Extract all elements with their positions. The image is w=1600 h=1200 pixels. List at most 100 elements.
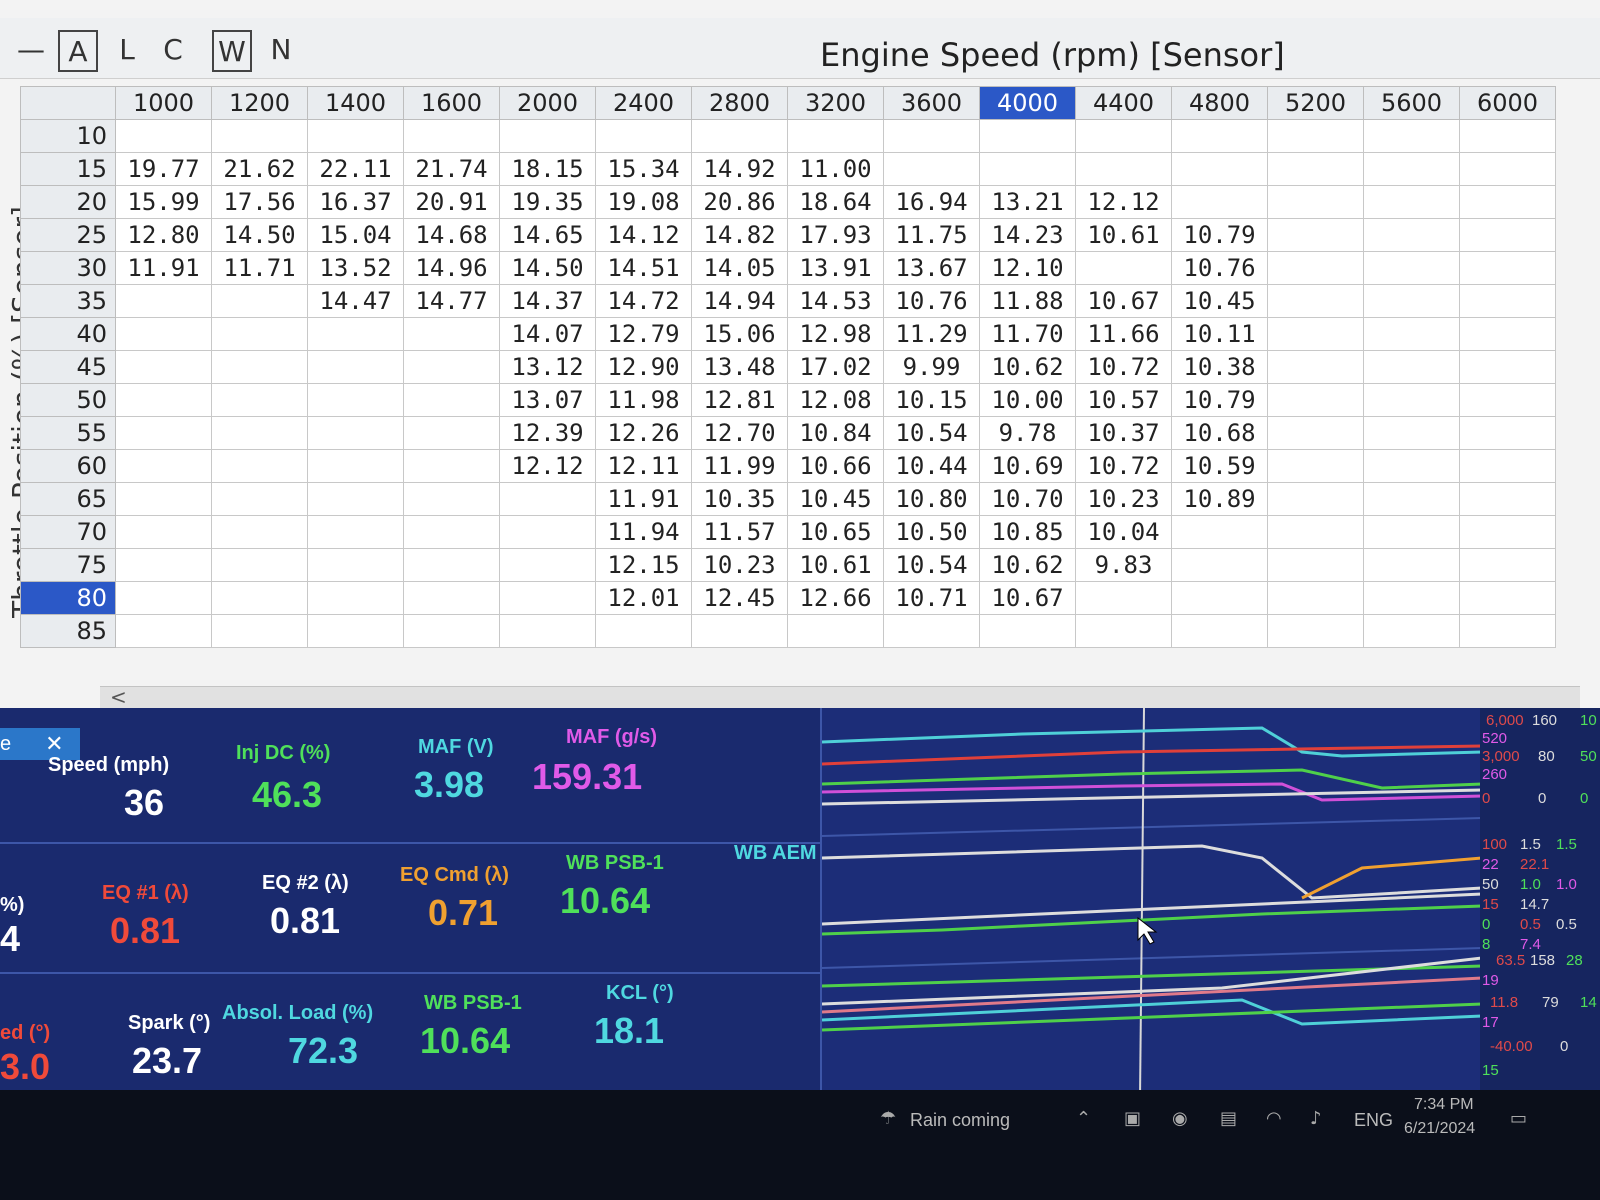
table-cell[interactable]: 21.74 xyxy=(403,152,500,186)
table-cell[interactable]: 10.84 xyxy=(787,416,884,450)
notification-icon[interactable]: ▭ xyxy=(1510,1108,1532,1130)
row-header[interactable]: 45 xyxy=(20,350,116,384)
column-header[interactable]: 1000 xyxy=(115,86,212,120)
table-cell[interactable] xyxy=(403,416,500,450)
table-cell[interactable] xyxy=(211,482,308,516)
table-cell[interactable]: 10.69 xyxy=(979,449,1076,483)
table-cell[interactable]: 10.61 xyxy=(1075,218,1172,252)
table-cell[interactable] xyxy=(211,515,308,549)
table-cell[interactable] xyxy=(307,581,404,615)
table-cell[interactable]: 12.81 xyxy=(691,383,788,417)
table-cell[interactable] xyxy=(403,482,500,516)
lock-button[interactable]: L xyxy=(110,30,144,68)
table-cell[interactable]: 10.54 xyxy=(883,548,980,582)
table-cell[interactable]: 10.76 xyxy=(883,284,980,318)
table-cell[interactable] xyxy=(403,350,500,384)
table-cell[interactable]: 9.78 xyxy=(979,416,1076,450)
table-cell[interactable]: 10.44 xyxy=(883,449,980,483)
table-cell[interactable]: 10.37 xyxy=(1075,416,1172,450)
table-cell[interactable] xyxy=(1459,119,1556,153)
table-cell[interactable] xyxy=(1267,251,1364,285)
column-header[interactable]: 1200 xyxy=(211,86,308,120)
row-header[interactable]: 10 xyxy=(20,119,116,153)
table-cell[interactable]: 18.15 xyxy=(499,152,596,186)
column-header[interactable]: 1400 xyxy=(307,86,404,120)
table-cell[interactable] xyxy=(1459,614,1556,648)
horizontal-scrollbar[interactable]: < xyxy=(100,685,1580,709)
column-header[interactable]: 2000 xyxy=(499,86,596,120)
table-cell[interactable]: 11.75 xyxy=(883,218,980,252)
table-cell[interactable] xyxy=(1267,218,1364,252)
weather-text[interactable]: Rain coming xyxy=(910,1110,1010,1131)
table-cell[interactable] xyxy=(403,119,500,153)
column-header[interactable]: 2800 xyxy=(691,86,788,120)
table-cell[interactable]: 14.07 xyxy=(499,317,596,351)
table-cell[interactable] xyxy=(787,119,884,153)
chevron-up-icon[interactable]: ⌃ xyxy=(1076,1108,1098,1130)
row-header[interactable]: 80 xyxy=(20,581,116,615)
table-cell[interactable]: 14.92 xyxy=(691,152,788,186)
table-cell[interactable] xyxy=(115,482,212,516)
table-cell[interactable] xyxy=(1171,185,1268,219)
table-cell[interactable]: 17.93 xyxy=(787,218,884,252)
table-cell[interactable]: 11.29 xyxy=(883,317,980,351)
table-cell[interactable]: 12.26 xyxy=(595,416,692,450)
table-cell[interactable]: 10.79 xyxy=(1171,218,1268,252)
table-cell[interactable] xyxy=(1267,350,1364,384)
weather-icon[interactable]: ☂ xyxy=(880,1108,902,1130)
table-cell[interactable] xyxy=(115,317,212,351)
row-header[interactable]: 25 xyxy=(20,218,116,252)
table-cell[interactable]: 10.71 xyxy=(883,581,980,615)
table-cell[interactable] xyxy=(115,416,212,450)
table-cell[interactable]: 14.82 xyxy=(691,218,788,252)
camera-icon[interactable]: ▣ xyxy=(1124,1108,1146,1130)
table-cell[interactable]: 15.34 xyxy=(595,152,692,186)
table-cell[interactable]: 12.01 xyxy=(595,581,692,615)
table-cell[interactable] xyxy=(403,317,500,351)
table-cell[interactable] xyxy=(1171,548,1268,582)
row-header[interactable]: 15 xyxy=(20,152,116,186)
column-header[interactable]: 4000 xyxy=(979,86,1076,120)
table-cell[interactable] xyxy=(1363,449,1460,483)
table-cell[interactable] xyxy=(1459,218,1556,252)
cursor-line[interactable] xyxy=(1139,708,1145,1098)
table-cell[interactable]: 12.70 xyxy=(691,416,788,450)
table-cell[interactable] xyxy=(115,614,212,648)
table-cell[interactable] xyxy=(1171,119,1268,153)
table-cell[interactable] xyxy=(403,581,500,615)
table-cell[interactable]: 22.11 xyxy=(307,152,404,186)
table-cell[interactable]: 18.64 xyxy=(787,185,884,219)
table-cell[interactable] xyxy=(1075,251,1172,285)
table-cell[interactable]: 10.59 xyxy=(1171,449,1268,483)
table-cell[interactable]: 13.52 xyxy=(307,251,404,285)
table-cell[interactable] xyxy=(1459,284,1556,318)
table-cell[interactable] xyxy=(115,284,212,318)
table-cell[interactable]: 11.71 xyxy=(211,251,308,285)
table-cell[interactable] xyxy=(1363,350,1460,384)
table-cell[interactable] xyxy=(307,416,404,450)
table-cell[interactable]: 10.61 xyxy=(787,548,884,582)
table-cell[interactable] xyxy=(499,614,596,648)
table-cell[interactable]: 15.99 xyxy=(115,185,212,219)
table-cell[interactable]: 14.94 xyxy=(691,284,788,318)
table-cell[interactable]: 10.79 xyxy=(1171,383,1268,417)
table-cell[interactable]: 11.94 xyxy=(595,515,692,549)
table-cell[interactable] xyxy=(1363,548,1460,582)
table-cell[interactable]: 14.47 xyxy=(307,284,404,318)
table-cell[interactable] xyxy=(787,614,884,648)
table-cell[interactable] xyxy=(1459,185,1556,219)
table-cell[interactable] xyxy=(1075,581,1172,615)
table-cell[interactable]: 11.91 xyxy=(115,251,212,285)
table-cell[interactable] xyxy=(1363,383,1460,417)
table-cell[interactable]: 14.68 xyxy=(403,218,500,252)
table-cell[interactable]: 10.72 xyxy=(1075,449,1172,483)
table-cell[interactable]: 11.88 xyxy=(979,284,1076,318)
table-cell[interactable] xyxy=(499,581,596,615)
row-header[interactable]: 30 xyxy=(20,251,116,285)
table-cell[interactable]: 16.94 xyxy=(883,185,980,219)
table-cell[interactable] xyxy=(211,614,308,648)
table-cell[interactable]: 13.12 xyxy=(499,350,596,384)
table-cell[interactable]: 14.05 xyxy=(691,251,788,285)
table-cell[interactable]: 10.57 xyxy=(1075,383,1172,417)
table-cell[interactable]: 10.04 xyxy=(1075,515,1172,549)
